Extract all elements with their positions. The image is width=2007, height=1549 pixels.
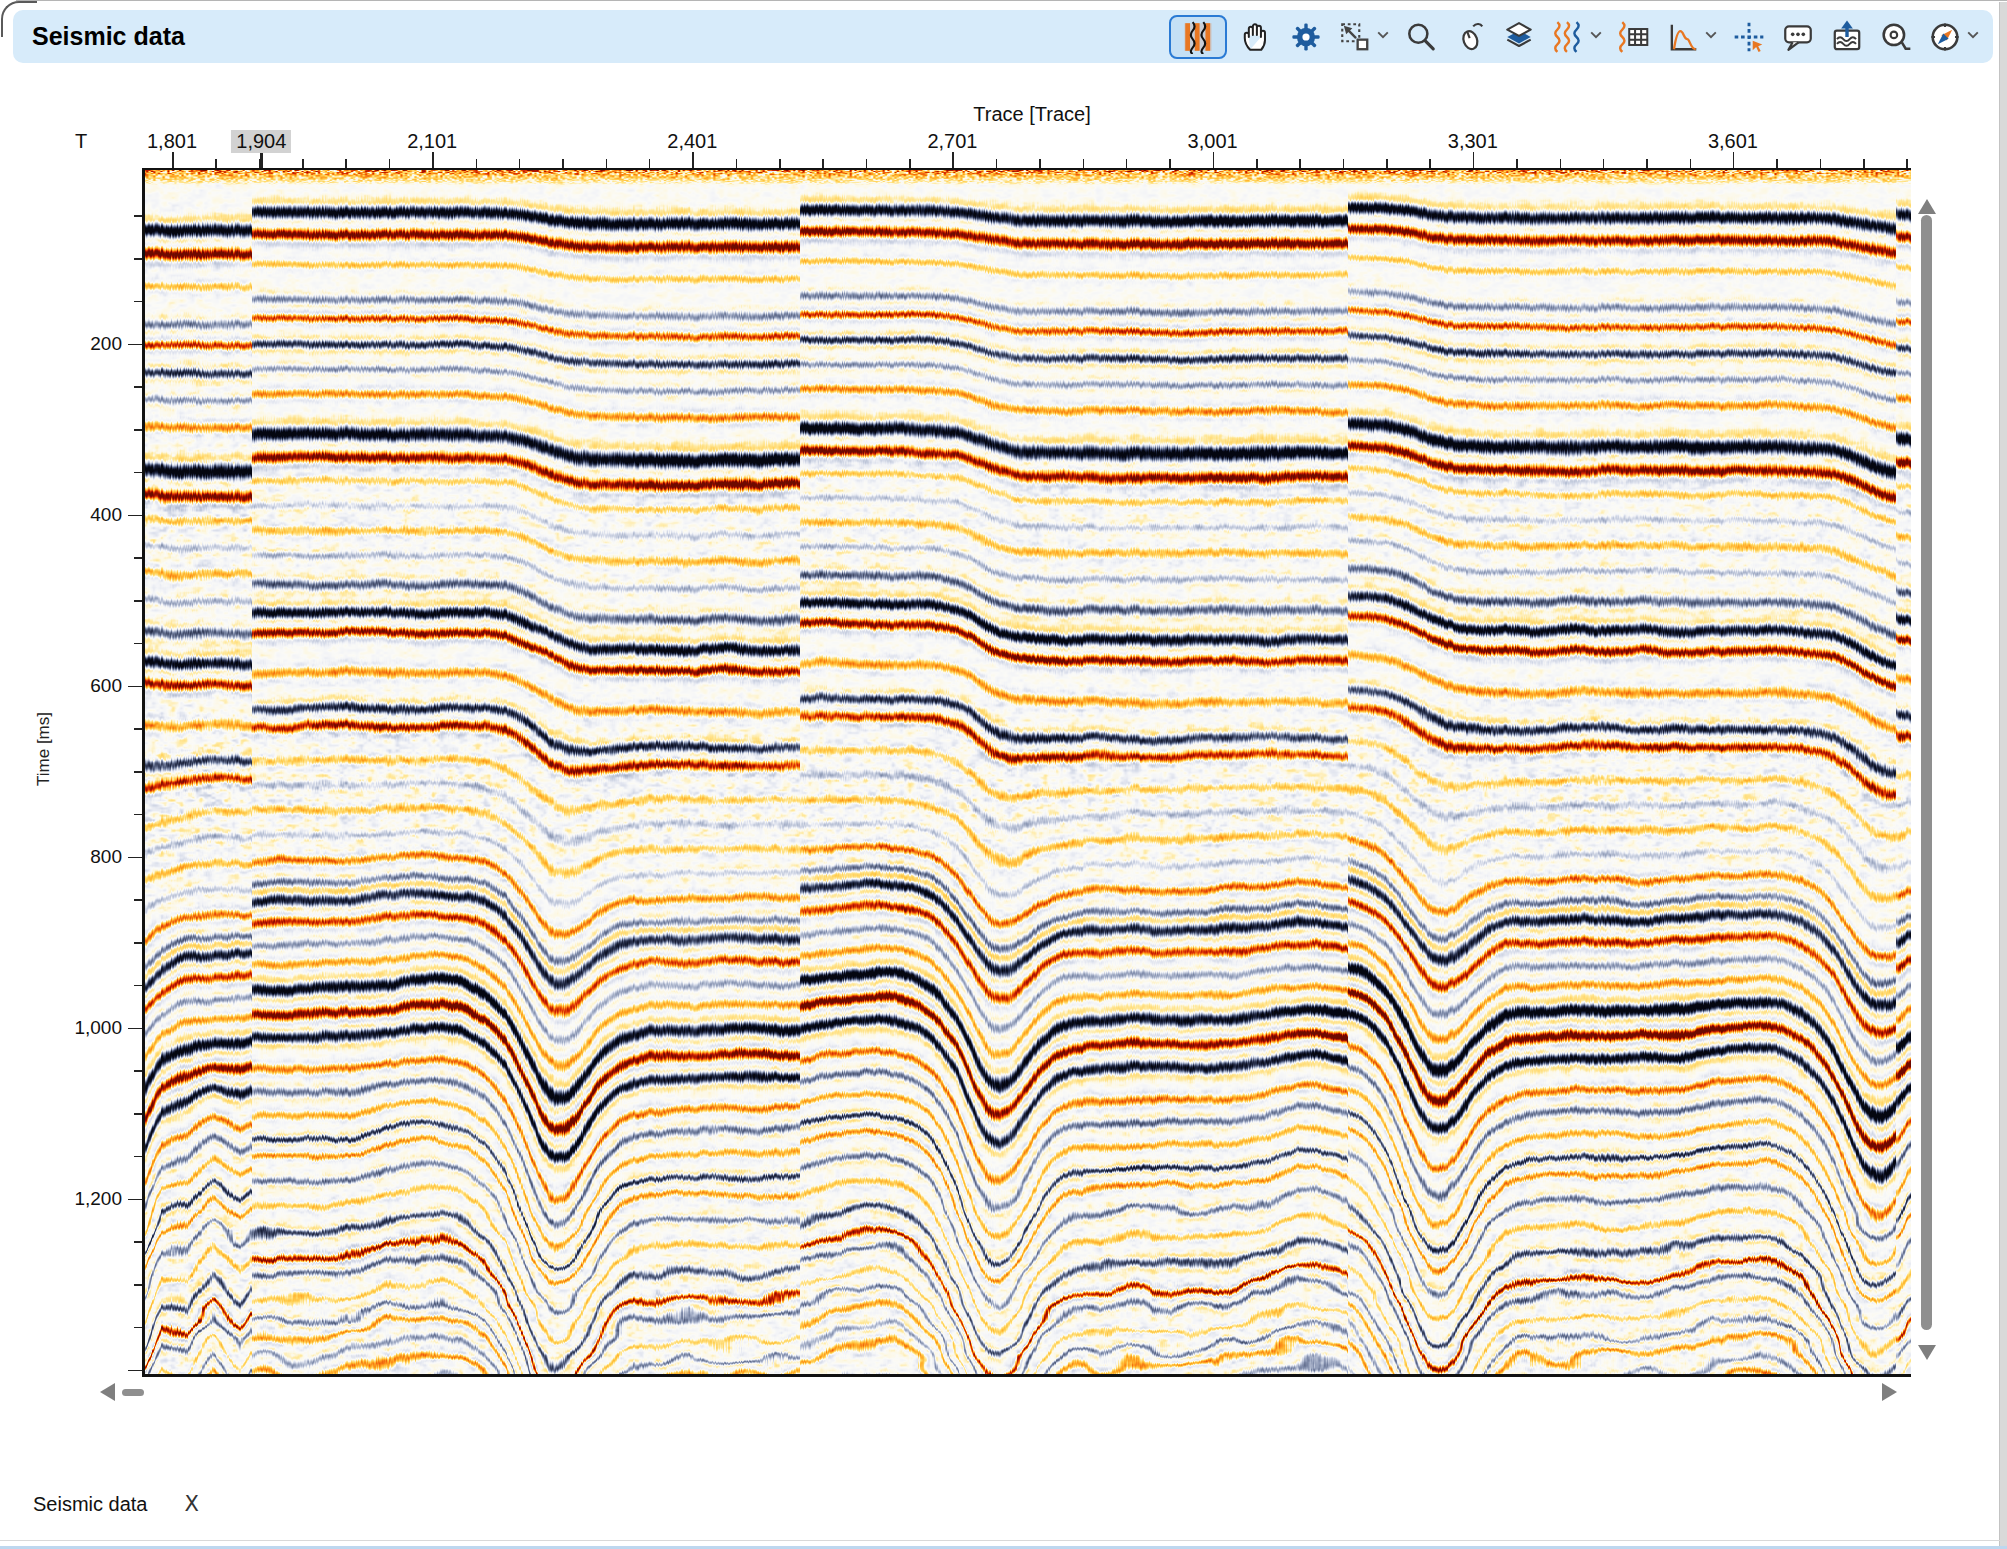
x-tick <box>172 152 174 168</box>
settings-gear-icon[interactable] <box>1287 17 1325 57</box>
y-tick <box>128 1199 142 1201</box>
window-right-edge <box>1999 2 2007 1547</box>
histogram-dropdown-chevron-icon[interactable] <box>1703 27 1719 47</box>
y-tick <box>134 643 142 645</box>
tracking-cursor-icon[interactable] <box>1730 17 1768 57</box>
x-axis-corner-label: T <box>75 130 87 153</box>
select-mode-dropdown-chevron-icon[interactable] <box>1375 27 1391 47</box>
pan-hand-icon[interactable] <box>1238 17 1276 57</box>
y-tick <box>128 1028 142 1030</box>
y-tick-label: 400 <box>58 504 122 526</box>
tab-label[interactable]: Seismic data <box>33 1493 148 1516</box>
y-tick <box>134 985 142 987</box>
y-tick <box>134 1070 142 1072</box>
mouse-tools-icon[interactable] <box>1451 17 1489 57</box>
horizontal-scrollbar-thumb[interactable] <box>122 1389 144 1396</box>
seismic-section-canvas[interactable] <box>145 170 1911 1374</box>
bottom-divider <box>0 1540 2007 1541</box>
y-tick <box>134 1241 142 1243</box>
y-tick-label: 1,000 <box>58 1017 122 1039</box>
y-axis-title: Time [ms] <box>34 712 54 786</box>
select-mode-icon[interactable] <box>1336 17 1374 57</box>
scroll-right-button[interactable] <box>1882 1383 1897 1401</box>
export-image-icon[interactable] <box>1828 17 1866 57</box>
tab-close-icon[interactable]: X <box>185 1492 199 1516</box>
tab-seismic-data[interactable]: Seismic data X <box>33 1492 199 1516</box>
y-tick <box>134 215 142 217</box>
window-top-border <box>16 0 2007 1</box>
scroll-down-button[interactable] <box>1918 1345 1936 1360</box>
x-tick-label: 2,701 <box>927 130 977 153</box>
y-tick <box>134 557 142 559</box>
x-axis-title: Trace [Trace] <box>952 103 1112 126</box>
x-tick <box>692 152 694 168</box>
compass-dropdown-chevron-icon[interactable] <box>1965 27 1981 47</box>
y-tick <box>128 686 142 688</box>
toolbar <box>1169 10 1981 63</box>
comment-bubble-icon[interactable] <box>1779 17 1817 57</box>
x-tick-label: 2,101 <box>407 130 457 153</box>
y-tick-label: 600 <box>58 675 122 697</box>
x-tick-label-highlighted: 1,904 <box>231 130 291 153</box>
x-tick <box>952 152 954 168</box>
wiggle-traces-icon[interactable] <box>1549 17 1587 57</box>
y-tick <box>134 1113 142 1115</box>
x-tick-label: 3,601 <box>1708 130 1758 153</box>
seismic-section-view-icon[interactable] <box>1169 15 1227 59</box>
y-tick <box>134 899 142 901</box>
y-tick <box>128 344 142 346</box>
x-tick <box>432 152 434 168</box>
y-tick <box>134 814 142 816</box>
app-window: Seismic data Trace [Trace] T 1,801 2,101 2… <box>0 0 2007 1549</box>
scroll-left-button[interactable] <box>100 1383 115 1401</box>
y-tick <box>134 1327 142 1329</box>
x-tick-label: 3,301 <box>1448 130 1498 153</box>
x-tick-label: 3,001 <box>1188 130 1238 153</box>
y-tick-label: 200 <box>58 333 122 355</box>
y-tick-label: 1,200 <box>58 1188 122 1210</box>
y-tick <box>128 515 142 517</box>
plot-bottom-border <box>145 1374 1911 1377</box>
x-tick <box>1213 152 1215 168</box>
x-tick-label: 2,401 <box>667 130 717 153</box>
titlebar: Seismic data <box>13 10 1993 63</box>
y-tick <box>134 472 142 474</box>
x-tick-label: 1,801 <box>147 130 197 153</box>
highlighted-trace-tick <box>260 153 263 168</box>
scroll-up-button[interactable] <box>1918 199 1936 214</box>
y-tick <box>134 1156 142 1158</box>
wiggle-traces-dropdown-chevron-icon[interactable] <box>1588 27 1604 47</box>
y-tick <box>134 429 142 431</box>
y-tick <box>128 1370 142 1372</box>
y-tick <box>134 301 142 303</box>
x-tick <box>1733 152 1735 168</box>
compass-icon[interactable] <box>1926 17 1964 57</box>
measure-tape-icon[interactable] <box>1877 17 1915 57</box>
y-tick <box>134 1284 142 1286</box>
vertical-scrollbar-thumb[interactable] <box>1921 215 1932 1330</box>
y-tick <box>134 728 142 730</box>
page-title: Seismic data <box>32 22 185 51</box>
y-tick <box>134 771 142 773</box>
y-tick-label: 800 <box>58 846 122 868</box>
zoom-magnifier-icon[interactable] <box>1402 17 1440 57</box>
y-tick <box>134 942 142 944</box>
y-tick <box>134 258 142 260</box>
x-tick <box>1473 152 1475 168</box>
histogram-icon[interactable] <box>1664 17 1702 57</box>
y-tick <box>134 386 142 388</box>
y-tick <box>134 600 142 602</box>
seismic-table-icon[interactable] <box>1615 17 1653 57</box>
y-tick <box>128 857 142 859</box>
layers-icon[interactable] <box>1500 17 1538 57</box>
